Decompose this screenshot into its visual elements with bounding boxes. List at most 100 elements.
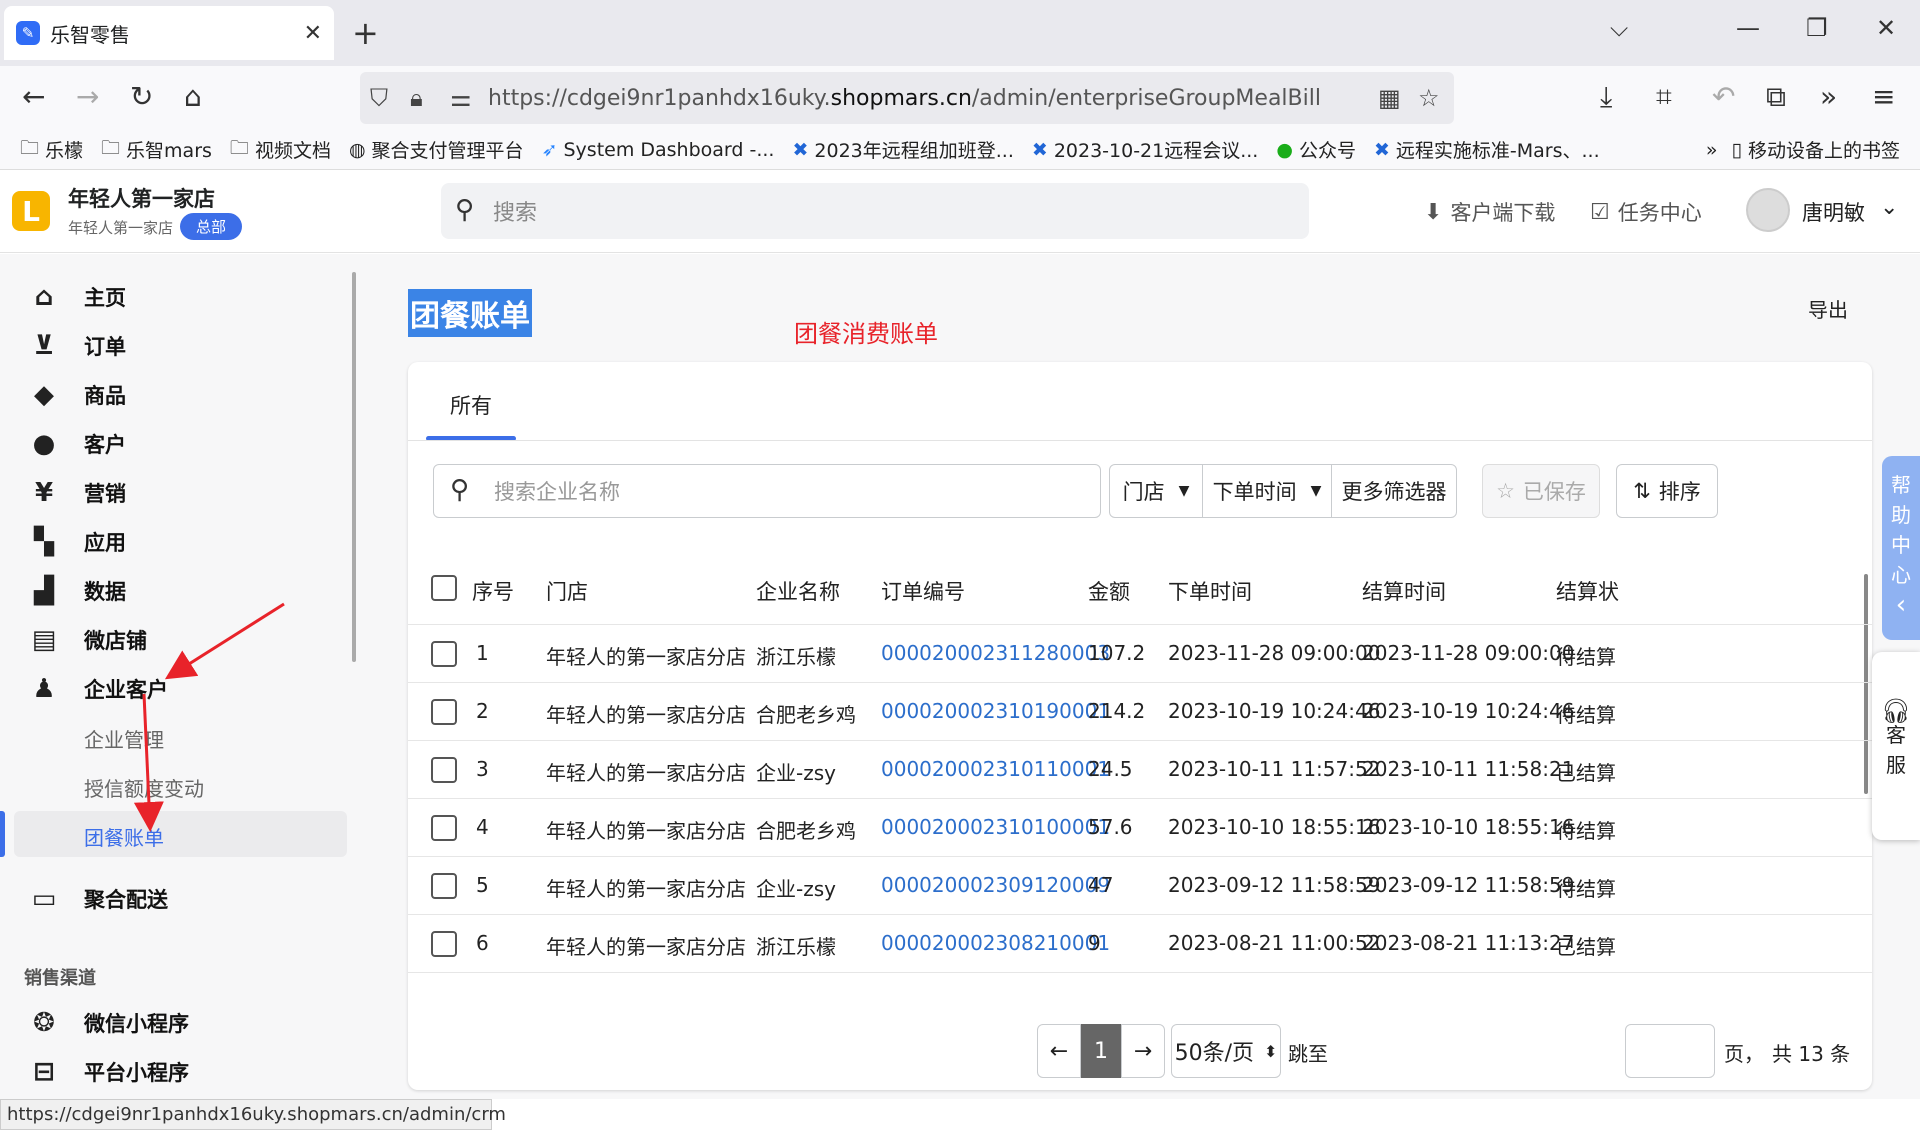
cell-order-no[interactable]: 000020002309120009 [881,873,1110,897]
column-header-store[interactable]: 门店 [546,576,588,606]
bookmark-item[interactable]: 🗀 乐檬 [20,134,83,166]
bookmark-item[interactable]: ✖ 2023-10-21远程会议... [1032,136,1258,163]
sidebar-item-delivery[interactable]: ▭ 聚合配送 [30,884,168,914]
shield-icon[interactable]: ⛉ [370,84,388,112]
page-size-select[interactable]: 50条/页 ⬍ [1171,1024,1281,1078]
customer-service-tab[interactable]: 🎧︎ 客 服 [1872,652,1920,840]
sidebar-subitem-group-meal-bill[interactable]: 团餐账单 [84,822,164,851]
sidebar-item-platform-miniprogram[interactable]: ⊟ 平台小程序 [30,1057,189,1087]
column-header-order-time[interactable]: 下单时间 [1168,576,1252,606]
row-checkbox[interactable] [431,873,457,899]
saved-button[interactable]: ☆ 已保存 [1482,464,1600,518]
bookmark-item[interactable]: ✖ 2023年远程组加班登... [792,136,1013,163]
avatar[interactable] [1746,188,1790,232]
enterprise-search-input[interactable]: ⚲ 搜索企业名称 [433,464,1101,518]
sidebar-subitem-enterprise-manage[interactable]: 企业管理 [84,724,164,753]
column-header-enterprise[interactable]: 企业名称 [756,576,840,606]
row-checkbox[interactable] [431,931,457,957]
sidebar-item-apps[interactable]: ▚ 应用 [30,527,126,557]
bookmark-item[interactable]: ➶ System Dashboard -... [542,139,775,161]
sidebar-item-wechat-miniprogram[interactable]: ❂ 微信小程序 [30,1008,189,1038]
column-header-settle-time[interactable]: 结算时间 [1362,576,1446,606]
restore-window-icon[interactable]: ❐ [1806,14,1828,42]
tab-list-chevron-icon[interactable]: ⌵ [1610,14,1628,42]
undo-icon[interactable]: ↶ [1712,80,1735,113]
browser-nav-bar: ← → ↻ ⌂ ⛉ 🔒︎ ⚌ https://cdgei9nr1panhdx16… [0,66,1920,130]
help-center-tab[interactable]: 帮 助 中 心 ‹ [1882,456,1920,640]
overflow-chevron-icon[interactable]: » [1820,80,1837,113]
jump-page-input[interactable] [1625,1024,1715,1078]
sidebar-item-products[interactable]: ◆ 商品 [30,380,126,410]
client-download-link[interactable]: ⬇ 客户端下载 [1424,197,1555,227]
store-name[interactable]: 年轻人第一家店 [68,183,215,213]
select-all-checkbox[interactable] [431,575,457,601]
table-row[interactable]: 4 年轻人的第一家店分店 合肥老乡鸡 000020002310100001 57.6 20… [408,798,1872,856]
bookmark-item[interactable]: ◍ 聚合支付管理平台 [349,136,524,163]
new-tab-icon[interactable]: + [352,14,379,52]
cell-order-no[interactable]: 000020002311280003 [881,641,1110,665]
sidebar-item-home[interactable]: ⌂ 主页 [30,282,126,312]
back-arrow-icon[interactable]: ← [22,80,45,113]
table-row[interactable]: 3 年轻人的第一家店分店 企业-zsy 000020002310110001 24.5 2… [408,740,1872,798]
sidebar-item-customers[interactable]: ● 客户 [30,429,126,459]
home-icon[interactable]: ⌂ [184,80,202,113]
bookmark-star-icon[interactable]: ☆ [1418,84,1440,112]
sidebar-item-data[interactable]: ▟ 数据 [30,576,126,606]
lock-icon[interactable]: 🔒︎ [410,84,423,112]
address-bar[interactable]: ⛉ 🔒︎ ⚌ https://cdgei9nr1panhdx16uky. shop… [360,72,1454,124]
browser-tab[interactable]: ✎ 乐智零售 ✕ [4,6,334,60]
user-name[interactable]: 唐明敏 [1802,197,1865,227]
close-window-icon[interactable]: ✕ [1876,14,1896,42]
close-tab-icon[interactable]: ✕ [304,21,322,46]
more-filters-button[interactable]: 更多筛选器 [1331,464,1457,518]
menu-icon[interactable]: ≡ [1872,80,1895,113]
column-header-order-no[interactable]: 订单编号 [881,576,965,606]
bookmark-item[interactable]: ● 公众号 [1276,136,1356,163]
column-header-amount[interactable]: 金额 [1088,576,1130,606]
qr-code-icon[interactable]: ▦ [1378,84,1401,112]
bookmark-item[interactable]: 🗀 视频文档 [230,134,331,166]
sort-button[interactable]: ⇅ 排序 [1616,464,1718,518]
order-time-filter-button[interactable]: 下单时间 ▼ [1202,464,1332,518]
column-header-index[interactable]: 序号 [472,576,514,606]
current-page-button[interactable]: 1 [1081,1024,1121,1078]
download-icon[interactable]: ⤓ [1600,80,1612,114]
sidebar-scrollbar[interactable] [352,272,356,662]
bookmark-item[interactable]: 🗀 乐智mars [101,134,212,166]
next-page-button[interactable]: → [1121,1024,1165,1078]
tab-all[interactable]: 所有 [450,390,492,420]
table-row[interactable]: 1 年轻人的第一家店分店 浙江乐檬 000020002311280003 107.2 20… [408,624,1872,682]
sidebar-item-enterprise[interactable]: ♟ 企业客户 [30,674,168,704]
cell-order-no[interactable]: 000020002308210001 [881,931,1110,955]
forward-arrow-icon[interactable]: → [76,80,99,113]
sidebar-item-orders[interactable]: ⊻ 订单 [30,331,126,361]
table-row[interactable]: 2 年轻人的第一家店分店 合肥老乡鸡 000020002310190001 214.2 2… [408,682,1872,740]
export-button[interactable]: 导出 [1808,294,1848,323]
cell-order-no[interactable]: 000020002310110001 [881,757,1110,781]
crop-icon[interactable]: ⌗ [1656,80,1672,114]
table-row[interactable]: 5 年轻人的第一家店分店 企业-zsy 000020002309120009 47 202… [408,856,1872,914]
minimize-window-icon[interactable]: — [1736,14,1760,42]
cell-order-no[interactable]: 000020002310100001 [881,815,1110,839]
row-checkbox[interactable] [431,815,457,841]
task-center-link[interactable]: ☑ 任务中心 [1590,197,1702,227]
row-checkbox[interactable] [431,699,457,725]
global-search-input[interactable]: ⚲ 搜索 [441,183,1309,239]
row-checkbox[interactable] [431,641,457,667]
bookmark-item[interactable]: ✖ 远程实施标准-Mars、... [1374,136,1600,163]
reload-icon[interactable]: ↻ [130,80,153,113]
permissions-icon[interactable]: ⚌ [450,84,472,112]
prev-page-button[interactable]: ← [1037,1024,1081,1078]
column-header-settle-status[interactable]: 结算状 [1556,576,1619,606]
sidebar-item-microstore[interactable]: ▤ 微店铺 [30,625,147,655]
bookmarks-overflow-icon[interactable]: » [1706,139,1718,161]
table-row[interactable]: 6 年轻人的第一家店分店 浙江乐檬 000020002308210001 9 2023-0… [408,914,1872,972]
row-checkbox[interactable] [431,757,457,783]
chevron-down-icon[interactable]: ⌄ [1880,195,1898,220]
mobile-bookmarks[interactable]: ▯ 移动设备上的书签 [1732,136,1900,163]
extensions-icon[interactable]: ⧉ [1766,80,1786,114]
store-filter-button[interactable]: 门店 ▼ [1109,464,1203,518]
sidebar-subitem-credit-change[interactable]: 授信额度变动 [84,773,204,802]
sidebar-item-marketing[interactable]: ¥ 营销 [30,478,126,508]
cell-order-no[interactable]: 000020002310190001 [881,699,1110,723]
